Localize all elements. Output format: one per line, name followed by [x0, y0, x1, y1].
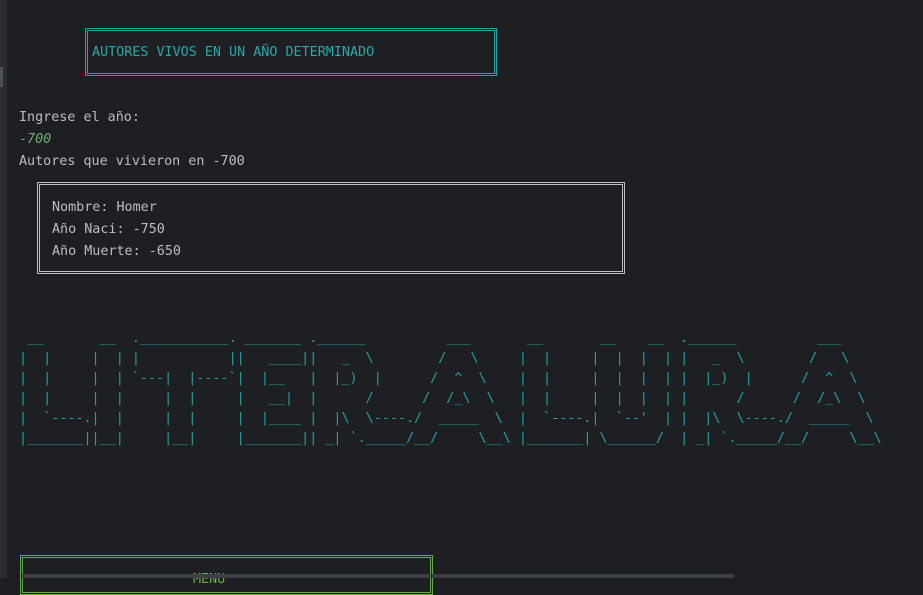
result-summary: Autores que vivieron en -700 — [19, 154, 245, 169]
literalura-ascii-logo: __ __ .___________. _______ .______ ___ … — [19, 331, 882, 446]
year-prompt-label: Ingrese el año: — [19, 110, 140, 125]
author-name: Nombre: Homer — [52, 200, 157, 215]
scroll-marker — [0, 67, 3, 87]
year-input-value[interactable]: -700 — [19, 132, 51, 147]
author-birth-year: Año Naci: -750 — [52, 222, 165, 237]
author-death-year: Año Muerte: -650 — [52, 244, 181, 259]
horizontal-scrollbar[interactable] — [22, 574, 734, 578]
title-box: AUTORES VIVOS EN UN AÑO DETERMINADO — [85, 28, 497, 76]
author-card: Nombre: Homer Año Naci: -750 Año Muerte:… — [37, 182, 625, 274]
page-title: AUTORES VIVOS EN UN AÑO DETERMINADO — [92, 45, 375, 60]
